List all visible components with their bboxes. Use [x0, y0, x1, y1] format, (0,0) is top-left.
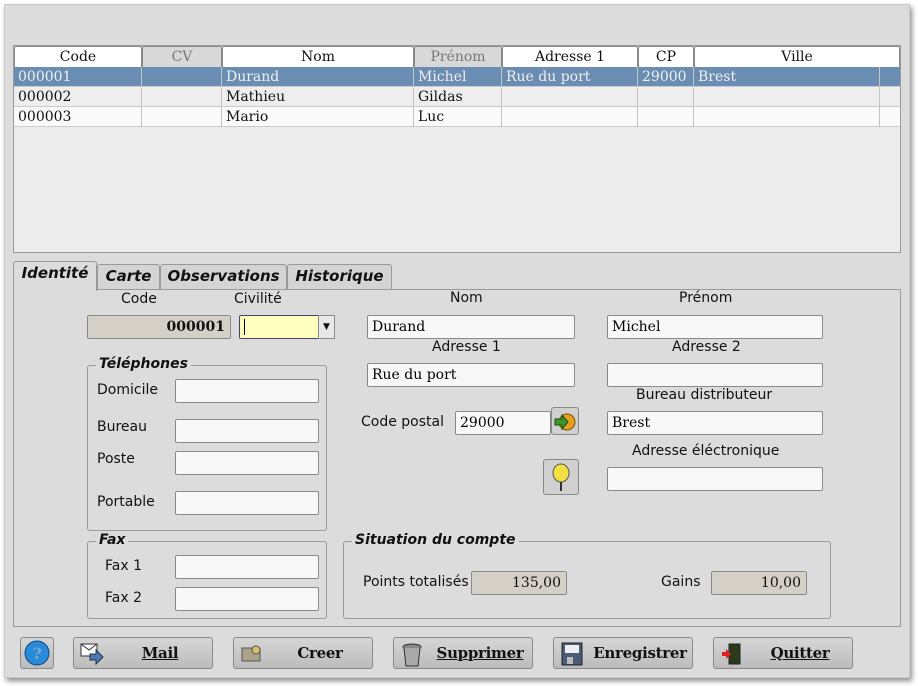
nom-input[interactable] [367, 315, 575, 339]
help-icon: ? [24, 640, 50, 666]
exit-icon [720, 642, 744, 665]
cell-ville: Brest [694, 67, 880, 87]
poste-input[interactable] [175, 451, 319, 475]
lookup-cp-button[interactable] [551, 407, 579, 435]
creer-button[interactable]: Creer [233, 637, 373, 669]
cp-input[interactable] [455, 411, 551, 435]
bureau-tel-label: Bureau [97, 419, 147, 435]
help-button[interactable]: ? [20, 637, 54, 669]
adresse1-input[interactable] [367, 363, 575, 387]
adresse2-label: Adresse 2 [672, 339, 741, 355]
cell-cp: 29000 [638, 67, 694, 87]
cell-ville [694, 87, 880, 107]
cell-cp [638, 107, 694, 127]
clients-table[interactable]: Code CV Nom Prénom Adresse 1 CP Ville 00… [13, 45, 901, 253]
cell-cv [142, 107, 222, 127]
cell-cp [638, 87, 694, 107]
cell-cv [142, 67, 222, 87]
cell-code: 000002 [14, 87, 142, 107]
domicile-input[interactable] [175, 379, 319, 403]
civilite-combo[interactable] [239, 315, 321, 339]
cell-nom: Durand [222, 67, 414, 87]
prenom-input[interactable] [607, 315, 823, 339]
portable-input[interactable] [175, 491, 319, 515]
cell-prenom: Michel [414, 67, 502, 87]
fax1-label: Fax 1 [105, 558, 142, 574]
email-input[interactable] [607, 467, 823, 491]
quitter-button[interactable]: Quitter [713, 637, 853, 669]
column-header-code[interactable]: Code [14, 46, 142, 68]
chevron-down-icon[interactable]: ▼ [318, 315, 335, 339]
svg-text:?: ? [32, 644, 41, 663]
mail-icon [80, 642, 104, 666]
fax2-label: Fax 2 [105, 590, 142, 606]
folder-icon [240, 642, 264, 664]
tab-observations[interactable]: Observations [160, 264, 287, 290]
points-field: 135,00 [471, 571, 567, 595]
column-header-ville[interactable]: Ville [694, 46, 900, 68]
enregistrer-button[interactable]: Enregistrer [553, 637, 693, 669]
bureau-tel-input[interactable] [175, 419, 319, 443]
column-header-prenom[interactable]: Prénom [414, 46, 502, 68]
civilite-label: Civilité [234, 291, 282, 307]
trash-icon [400, 642, 424, 667]
cell-adresse1 [502, 87, 638, 107]
column-header-cp[interactable]: CP [638, 46, 694, 68]
points-label: Points totalisés [363, 574, 469, 590]
tab-carte[interactable]: Carte [97, 264, 160, 290]
map-pin-button[interactable] [543, 459, 579, 495]
fax1-input[interactable] [175, 555, 319, 579]
code-label: Code [121, 291, 157, 307]
table-row[interactable]: 000002 Mathieu Gildas [14, 87, 900, 107]
cell-prenom: Luc [414, 107, 502, 127]
domicile-label: Domicile [97, 382, 158, 398]
adresse1-label: Adresse 1 [432, 339, 501, 355]
prenom-label: Prénom [679, 290, 733, 306]
tab-historique[interactable]: Historique [287, 264, 392, 290]
gains-field: 10,00 [711, 571, 807, 595]
nom-label: Nom [450, 290, 483, 306]
cell-adresse1: Rue du port [502, 67, 638, 87]
cp-label: Code postal [361, 414, 444, 430]
tab-identite[interactable]: Identité [13, 261, 97, 291]
cell-code: 000001 [14, 67, 142, 87]
bureau-input[interactable] [607, 411, 823, 435]
portable-label: Portable [97, 494, 155, 510]
email-label: Adresse éléctronique [632, 443, 780, 459]
fax2-input[interactable] [175, 587, 319, 611]
bureau-label: Bureau distributeur [636, 387, 773, 403]
table-row[interactable]: 000001 Durand Michel Rue du port 29000 Brest [14, 67, 900, 87]
cell-nom: Mario [222, 107, 414, 127]
arrow-right-icon [554, 413, 576, 431]
mail-button[interactable]: Mail [73, 637, 213, 669]
map-pin-icon [552, 463, 570, 491]
adresse2-input[interactable] [607, 363, 823, 387]
cell-prenom: Gildas [414, 87, 502, 107]
cell-cv [142, 87, 222, 107]
save-icon [560, 642, 584, 666]
column-header-adresse1[interactable]: Adresse 1 [502, 46, 638, 68]
cell-adresse1 [502, 107, 638, 127]
supprimer-button[interactable]: Supprimer [393, 637, 533, 669]
code-field: 000001 [87, 315, 231, 339]
gains-label: Gains [661, 574, 701, 590]
cell-nom: Mathieu [222, 87, 414, 107]
cell-code: 000003 [14, 107, 142, 127]
column-header-cv[interactable]: CV [142, 46, 222, 68]
poste-label: Poste [97, 451, 135, 467]
column-header-nom[interactable]: Nom [222, 46, 414, 68]
cell-ville [694, 107, 880, 127]
table-row[interactable]: 000003 Mario Luc [14, 107, 900, 127]
